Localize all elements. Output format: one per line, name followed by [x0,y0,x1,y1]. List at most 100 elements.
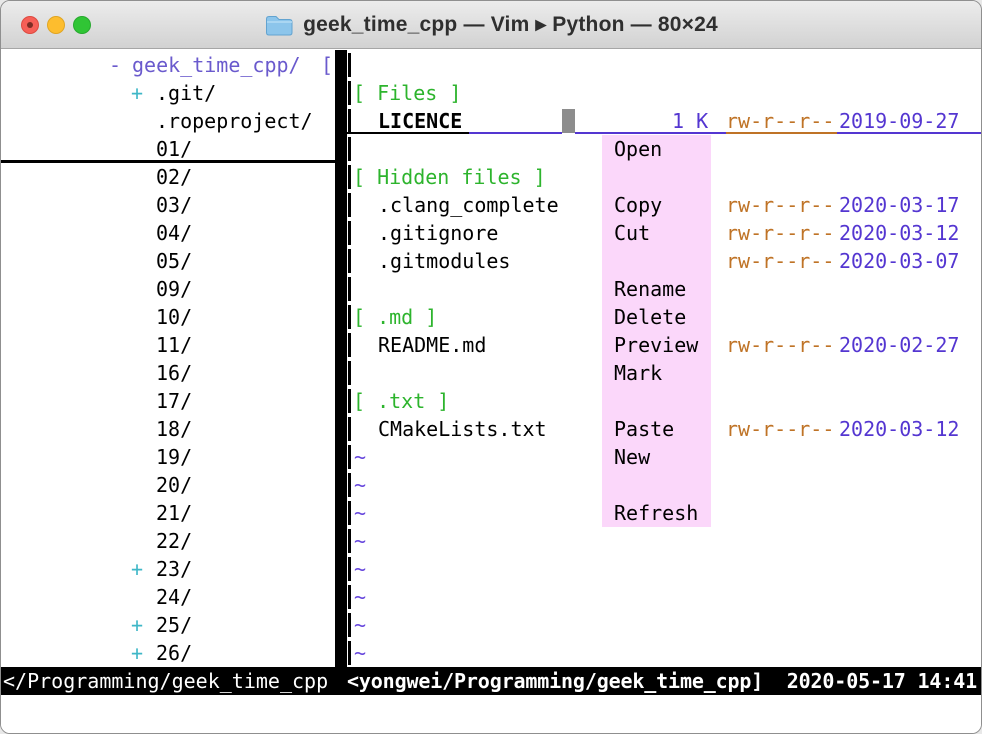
file-group-header-files: [ Files ] [353,79,461,107]
split-separator-tick-icon [348,277,351,301]
context-menu-item-refresh[interactable]: Refresh [614,499,711,527]
close-modified-dot-icon [27,22,33,28]
context-menu-item-preview[interactable]: Preview [614,331,711,359]
file-name: .gitignore [378,219,498,247]
tree-item-02[interactable]: 02/ [1,163,335,191]
tree-item-label: 10/ [156,303,192,331]
tree-item-label: 18/ [156,415,192,443]
split-separator-tick-icon [348,557,351,581]
file-permissions: rw-r--r-- [726,415,834,443]
split-separator-tick-icon [348,641,351,665]
tree-item-22[interactable]: 22/ [1,527,335,555]
tree-item-11[interactable]: 11/ [1,331,335,359]
tree-item-09[interactable]: 09/ [1,275,335,303]
tree-item-04[interactable]: 04/ [1,219,335,247]
tree-item-label: 03/ [156,191,192,219]
split-separator-tick-icon [348,53,351,77]
tree-item-label: .git/ [156,79,216,107]
context-menu-item-new[interactable]: New [614,443,711,471]
file-group-header-hidden-files: [ Hidden files ] [353,163,546,191]
tree-expand-icon[interactable]: + [131,639,143,667]
tree-item-label: 09/ [156,275,192,303]
traffic-lights [21,16,91,34]
empty-line-tilde: ~ [354,639,366,667]
tree-expand-icon[interactable]: + [131,555,143,583]
context-menu-item-cut[interactable]: Cut [614,219,711,247]
tree-item-17[interactable]: 17/ [1,387,335,415]
tree-item-root[interactable]: -geek_time_cpp/[ [1,51,335,79]
empty-line-tilde: ~ [354,583,366,611]
cursorline-underline [575,132,726,135]
tree-item-19[interactable]: 19/ [1,443,335,471]
empty-line-tilde: ~ [354,527,366,555]
window-title: geek_time_cpp — Vim ▸ Python — 80×24 [303,12,718,37]
minimize-button[interactable] [47,16,65,34]
file-date: 2020-03-12 [839,415,959,443]
tree-item-18[interactable]: 18/ [1,415,335,443]
context-menu-item-paste[interactable]: Paste [614,415,711,443]
close-button[interactable] [21,16,39,34]
split-separator-tick-icon [348,305,351,329]
terminal-window: geek_time_cpp — Vim ▸ Python — 80×24 -ge… [0,0,982,734]
context-menu-item-mark[interactable]: Mark [614,359,711,387]
file-permissions: rw-r--r-- [726,247,834,275]
tree-item-20[interactable]: 20/ [1,471,335,499]
titlebar[interactable]: geek_time_cpp — Vim ▸ Python — 80×24 [1,1,981,49]
file-permissions: rw-r--r-- [726,191,834,219]
zoom-button[interactable] [73,16,91,34]
tree-item-10[interactable]: 10/ [1,303,335,331]
tree-item-16[interactable]: 16/ [1,359,335,387]
empty-line-tilde: ~ [354,471,366,499]
file-name: .gitmodules [378,247,510,275]
tree-item-24[interactable]: 24/ [1,583,335,611]
file-name: .clang_complete [378,191,559,219]
tree-item-ropeproject[interactable]: .ropeproject/ [1,107,335,135]
tree-item-label: 04/ [156,219,192,247]
file-group-header-md: [ .md ] [353,303,437,331]
context-menu-item-delete[interactable]: Delete [614,303,711,331]
tree-expand-icon[interactable]: + [131,611,143,639]
tree-item-label: 23/ [156,555,192,583]
title-group: geek_time_cpp — Vim ▸ Python — 80×24 [264,12,718,37]
cursorline-underline [347,132,469,135]
status-datetime: 2020-05-17 14:41 [787,667,977,695]
tree-item-label: geek_time_cpp/ [132,51,301,79]
file-date: 2020-03-07 [839,247,959,275]
split-separator-tick-icon [348,137,351,161]
split-separator-tick-icon [348,81,351,105]
empty-line-tilde: ~ [354,611,366,639]
tree-item-label: 16/ [156,359,192,387]
empty-line-tilde: ~ [354,443,366,471]
tree-item-03[interactable]: 03/ [1,191,335,219]
tree-expand-icon[interactable]: + [131,79,143,107]
tree-item-05[interactable]: 05/ [1,247,335,275]
file-permissions: rw-r--r-- [726,219,834,247]
tree-item-git[interactable]: + .git/ [1,79,335,107]
tree-item-label: 02/ [156,163,192,191]
file-date: 2020-03-12 [839,219,959,247]
context-menu-item-rename[interactable]: Rename [614,275,711,303]
file-name: CMakeLists.txt [378,415,547,443]
tree-item-label: 26/ [156,639,192,667]
folder-icon [264,12,294,37]
tree-item-23[interactable]: +23/ [1,555,335,583]
tree-collapse-icon[interactable]: - [109,51,121,79]
tree-item-label: 24/ [156,583,192,611]
vim-block-cursor [562,109,575,133]
split-separator-tick-icon [348,361,351,385]
empty-line-tilde: ~ [354,555,366,583]
split-separator-tick-icon [348,473,351,497]
split-separator-tick-icon [348,585,351,609]
context-menu-item-open[interactable]: Open [614,135,711,163]
tree-item-21[interactable]: 21/ [1,499,335,527]
split-separator-bar[interactable] [335,50,347,667]
split-separator-tick-icon [348,445,351,469]
tree-item-26[interactable]: +26/ [1,639,335,667]
context-menu-item-copy[interactable]: Copy [614,191,711,219]
split-separator-tick-icon [348,165,351,189]
file-group-header-txt: [ .txt ] [353,387,449,415]
tree-item-01[interactable]: 01/ [1,135,335,163]
file-permissions: rw-r--r-- [726,331,834,359]
status-line[interactable]: </Programming/geek_time_cpp<yongwei/Prog… [1,667,981,695]
tree-item-25[interactable]: +25/ [1,611,335,639]
